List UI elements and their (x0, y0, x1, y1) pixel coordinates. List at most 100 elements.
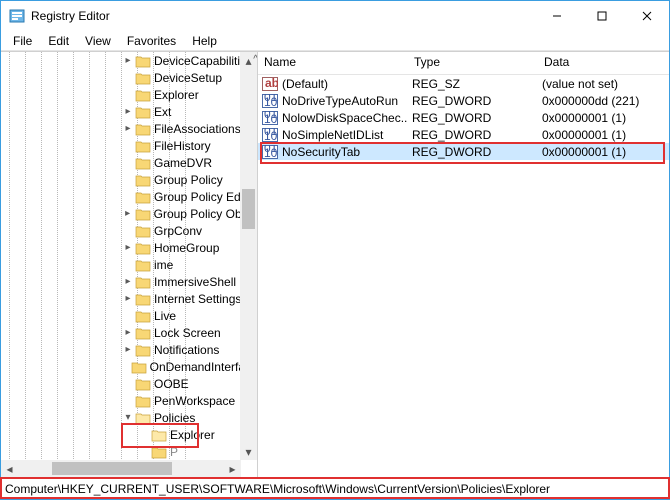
titlebar[interactable]: Registry Editor (1, 1, 669, 31)
folder-icon (135, 139, 151, 153)
folder-icon (135, 394, 151, 408)
value-row[interactable]: ab(Default)REG_SZ(value not set) (258, 75, 669, 92)
svg-text:ab: ab (265, 77, 278, 90)
svg-text:100: 100 (264, 112, 278, 125)
folder-icon (135, 411, 151, 425)
list-header: Name Type Data (258, 52, 669, 75)
menu-help[interactable]: Help (184, 32, 225, 50)
tree-item[interactable]: ▸ Ext (1, 103, 251, 120)
tree-item[interactable]: ▸FileAssociations (1, 120, 251, 137)
tree-item[interactable]: PenWorkspace (1, 392, 251, 409)
tree-item[interactable]: ▸Internet Settings (1, 290, 251, 307)
tree-vscroll[interactable]: ▴ ▾ (240, 52, 257, 460)
tree-label: Notifications (154, 343, 219, 357)
close-button[interactable] (624, 1, 669, 31)
folder-icon (135, 54, 151, 68)
value-data: (value not set) (542, 77, 618, 91)
value-name: NoDriveTypeAutoRun (282, 94, 398, 108)
value-icon: ab (262, 77, 278, 91)
tree-item[interactable]: ▸Group Policy Obje (1, 205, 251, 222)
tree-label: DeviceSetup (154, 71, 222, 85)
folder-icon (135, 122, 151, 136)
tree-item[interactable]: Group Policy Edit (1, 188, 251, 205)
folder-icon (135, 258, 151, 272)
expander-icon[interactable]: ▸ (121, 123, 135, 134)
value-row[interactable]: 011100NoSecurityTabREG_DWORD0x00000001 (… (258, 143, 669, 160)
folder-icon (135, 156, 151, 170)
expander-icon[interactable]: ▾ (121, 412, 135, 423)
tree-label: GrpConv (154, 224, 202, 238)
value-name: NoSecurityTab (282, 145, 360, 159)
tree-hscroll[interactable]: ◂ ▸ (1, 460, 241, 477)
menubar: File Edit View Favorites Help (1, 31, 669, 51)
menu-edit[interactable]: Edit (40, 32, 77, 50)
tree-item[interactable]: DeviceSetup (1, 69, 251, 86)
tree-label: Live (154, 309, 176, 323)
menu-view[interactable]: View (77, 32, 119, 50)
scroll-right-icon[interactable]: ▸ (224, 460, 241, 477)
expander-icon[interactable]: ▸ (121, 55, 135, 66)
expander-icon[interactable]: ▸ (121, 293, 135, 304)
tree-label: OnDemandInterfac (150, 360, 251, 374)
tree-item[interactable]: ▸ Lock Screen (1, 324, 251, 341)
value-row[interactable]: 011100 NoSimpleNetIDList REG_DWORD 0x000000… (258, 126, 669, 143)
tree-item[interactable]: Live (1, 307, 251, 324)
tree-item[interactable]: GrpConv (1, 222, 251, 239)
expander-icon[interactable]: ▸ (121, 276, 135, 287)
value-name: NoSimpleNetIDList (282, 128, 383, 142)
value-icon: 011100 (262, 111, 278, 125)
expander-icon[interactable]: ▸ (121, 327, 135, 338)
tree-pane: ▸DeviceCapabilitieDeviceSetupExplorer▸Ex… (1, 52, 258, 477)
menu-file[interactable]: File (5, 32, 40, 50)
value-row[interactable]: 011100NoDriveTypeAutoRunREG_DWORD0x00000… (258, 92, 669, 109)
expander-icon[interactable]: ▸ (121, 106, 135, 117)
minimize-button[interactable] (534, 1, 579, 31)
expander-icon[interactable]: ▸ (121, 242, 135, 253)
tree-item[interactable]: Group Policy (1, 171, 251, 188)
status-path: Computer\HKEY_CURRENT_USER\SOFTWARE\Micr… (5, 482, 550, 496)
maximize-button[interactable] (579, 1, 624, 31)
tree-item[interactable]: ▾Policies (1, 409, 251, 426)
value-type: REG_DWORD (412, 94, 491, 108)
tree-item[interactable]: Explorer (1, 86, 251, 103)
tree-item[interactable]: GameDVR (1, 154, 251, 171)
tree-label: Ext (154, 105, 171, 119)
svg-text:100: 100 (264, 129, 278, 142)
tree-item[interactable]: ime (1, 256, 251, 273)
expander-icon[interactable]: ▸ (121, 208, 135, 219)
tree-item[interactable]: Explorer (1, 426, 251, 443)
value-data: 0x00000001 (1) (542, 145, 626, 159)
tree-item[interactable]: OOBE (1, 375, 251, 392)
scroll-down-icon[interactable]: ▾ (240, 443, 257, 460)
menu-favorites[interactable]: Favorites (119, 32, 184, 50)
value-icon: 011100 (262, 128, 278, 142)
folder-icon (135, 190, 151, 204)
value-data: 0x00000001 (1) (542, 128, 626, 142)
tree-item[interactable]: FileHistory (1, 137, 251, 154)
tree-item[interactable]: OnDemandInterfac (1, 358, 251, 375)
tree-item[interactable]: ▸ ImmersiveShell (1, 273, 251, 290)
tree-label: FileHistory (154, 139, 211, 153)
tree-label: PenWorkspace (154, 394, 235, 408)
regedit-icon (9, 8, 25, 24)
value-row[interactable]: 011100NolowDiskSpaceChec...REG_DWORD0x00… (258, 109, 669, 126)
expander-icon[interactable]: ▸ (121, 344, 135, 355)
col-data[interactable]: Data (538, 52, 669, 74)
folder-icon (135, 241, 151, 255)
tree-label: Lock Screen (154, 326, 221, 340)
tree-label: ImmersiveShell (154, 275, 236, 289)
folder-icon (151, 428, 167, 442)
value-data: 0x00000001 (1) (542, 111, 626, 125)
col-type[interactable]: Type (408, 52, 538, 74)
tree-item[interactable]: ▸ Notifications (1, 341, 251, 358)
folder-icon (135, 71, 151, 85)
value-data: 0x000000dd (221) (542, 94, 639, 108)
scroll-left-icon[interactable]: ◂ (1, 460, 18, 477)
tree-item[interactable]: ▸DeviceCapabilitie (1, 52, 251, 69)
value-type: REG_DWORD (412, 128, 491, 142)
svg-text:100: 100 (264, 146, 278, 159)
tree-item[interactable]: ▸HomeGroup (1, 239, 251, 256)
folder-icon (135, 173, 151, 187)
col-name[interactable]: Name (258, 52, 408, 74)
folder-icon (135, 343, 151, 357)
